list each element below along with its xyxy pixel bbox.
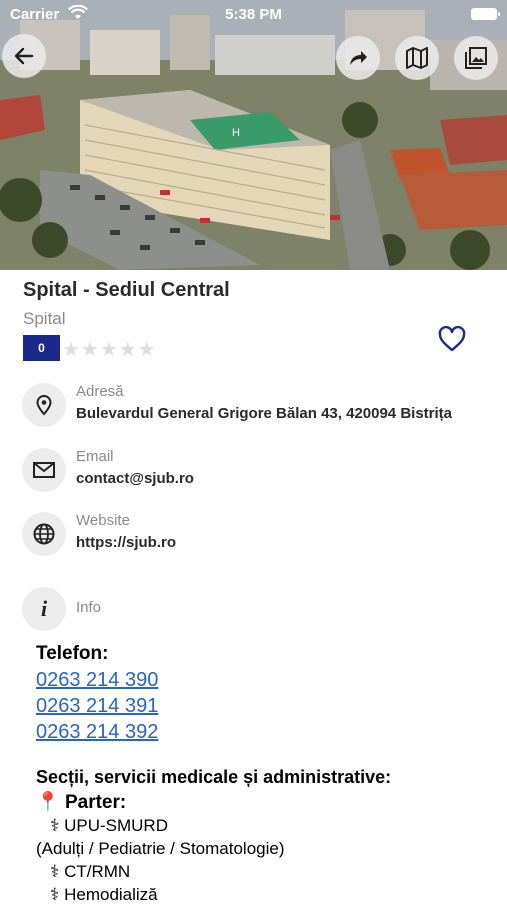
rating-score-badge: 0 bbox=[23, 335, 60, 361]
gallery-button[interactable] bbox=[454, 36, 498, 80]
star-rating: ★★★★★ bbox=[62, 339, 157, 361]
email-value: contact@sjub.ro bbox=[76, 470, 194, 487]
map-button[interactable] bbox=[395, 36, 439, 80]
service-item: ⚕ CT/RMN bbox=[36, 862, 131, 881]
service-label: CT/RMN bbox=[64, 862, 131, 881]
service-note: (Adulți / Pediatrie / Stomatologie) bbox=[36, 839, 285, 858]
floor-heading-row: 📍 Parter: bbox=[36, 790, 496, 814]
heart-icon bbox=[438, 325, 466, 352]
info-body: Telefon: 0263 214 390 0263 214 391 0263 … bbox=[36, 643, 496, 906]
sections-heading: Secții, servicii medicale și administrat… bbox=[36, 767, 392, 787]
info-label: Info bbox=[76, 599, 102, 616]
service-label: Hemodializă bbox=[64, 885, 158, 904]
service-item: ⚕ UPU-SMURD bbox=[36, 816, 168, 835]
back-button[interactable] bbox=[2, 34, 46, 78]
place-category: Spital bbox=[23, 309, 66, 328]
phone-heading: Telefon: bbox=[36, 643, 109, 664]
address-label: Adresă bbox=[76, 383, 124, 400]
service-item: ⚕ Hemodializă bbox=[36, 885, 158, 904]
phone-link[interactable]: 0263 214 391 bbox=[36, 693, 496, 719]
svg-text:H: H bbox=[232, 127, 240, 139]
photo-gallery-icon bbox=[465, 47, 487, 69]
arrow-left-icon bbox=[14, 47, 34, 65]
status-bar: Carrier 5:38 PM bbox=[0, 0, 507, 30]
service-label: UPU-SMURD bbox=[64, 816, 168, 835]
location-pin-icon bbox=[22, 383, 66, 427]
battery-icon bbox=[471, 8, 500, 20]
phone-link[interactable]: 0263 214 390 bbox=[36, 667, 496, 693]
floor-heading: Parter: bbox=[64, 792, 127, 813]
globe-icon bbox=[22, 512, 66, 556]
phone-link[interactable]: 0263 214 392 bbox=[36, 719, 496, 745]
share-arrow-icon bbox=[350, 51, 367, 65]
share-button[interactable] bbox=[336, 36, 380, 80]
info-icon: i bbox=[22, 587, 66, 631]
pin-icon: 📍 bbox=[36, 792, 60, 813]
website-value: https://sjub.ro bbox=[76, 534, 176, 551]
status-time: 5:38 PM bbox=[225, 6, 282, 23]
envelope-icon bbox=[22, 448, 66, 492]
place-title: Spital - Sediul Central bbox=[23, 279, 230, 301]
website-label: Website bbox=[76, 512, 130, 529]
email-label: Email bbox=[76, 448, 114, 465]
address-value: Bulevardul General Grigore Bălan 43, 420… bbox=[76, 405, 452, 422]
favorite-button[interactable] bbox=[437, 325, 467, 358]
map-icon bbox=[406, 47, 428, 69]
